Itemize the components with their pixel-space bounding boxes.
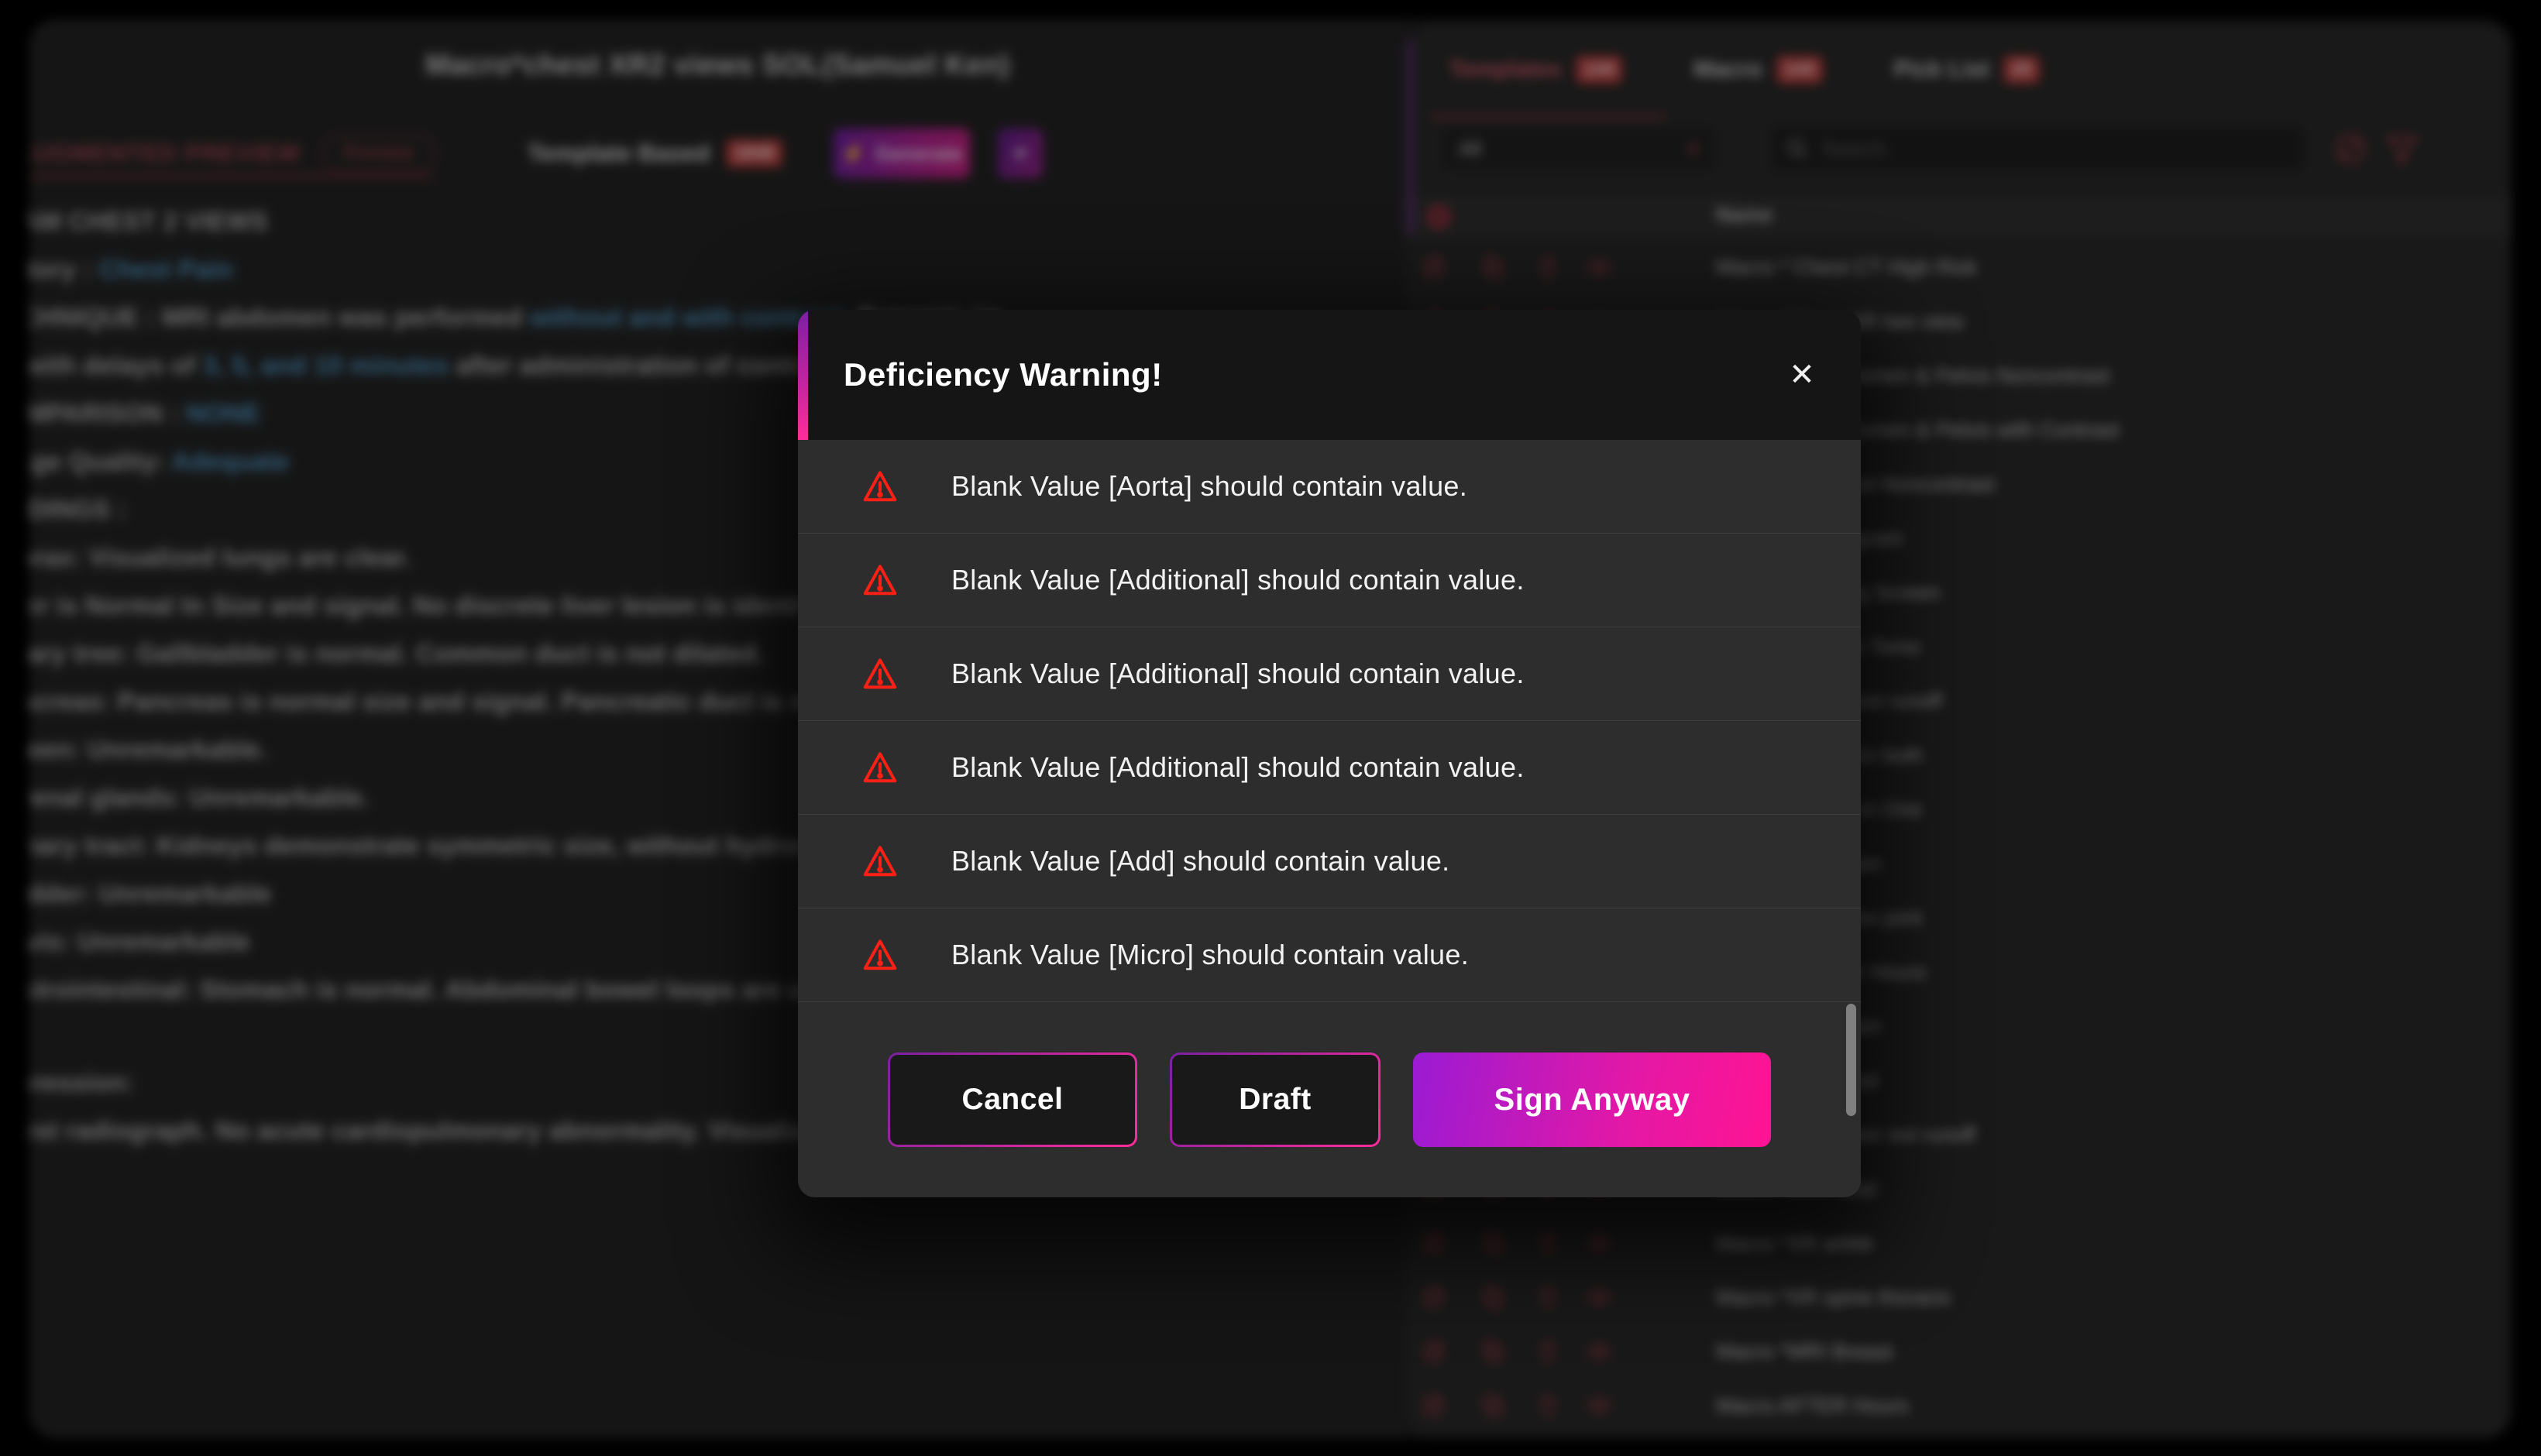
warning-text: Blank Value [Additional] should contain … [951, 564, 1525, 596]
warning-item: Blank Value [Additional] should contain … [798, 721, 1861, 815]
deficiency-warning-dialog: Deficiency Warning! ✕ Blank Value [Aorta… [798, 310, 1861, 1197]
warning-text: Blank Value [Additional] should contain … [951, 658, 1525, 690]
warning-list: Blank Value [Aorta] should contain value… [798, 440, 1861, 1002]
sign-anyway-button-label: Sign Anyway [1494, 1083, 1690, 1118]
warning-text: Blank Value [Aorta] should contain value… [951, 470, 1467, 503]
cancel-button[interactable]: Cancel [888, 1053, 1137, 1147]
warning-item: Blank Value [Aorta] should contain value… [798, 440, 1861, 534]
warning-icon [861, 843, 899, 880]
dialog-header: Deficiency Warning! ✕ [798, 310, 1861, 440]
dialog-footer: Cancel Draft Sign Anyway [798, 1002, 1861, 1197]
warning-item: Blank Value [Micro] should contain value… [798, 908, 1861, 1002]
warning-text: Blank Value [Add] should contain value. [951, 845, 1449, 877]
warning-item: Blank Value [Additional] should contain … [798, 627, 1861, 721]
draft-button[interactable]: Draft [1170, 1053, 1381, 1147]
screen: Macro*chest XR2 views SOL(Samuel Ken) AU… [0, 0, 2541, 1456]
close-icon[interactable]: ✕ [1783, 356, 1821, 393]
warning-text: Blank Value [Micro] should contain value… [951, 939, 1469, 971]
warning-icon [861, 468, 899, 505]
warning-item: Blank Value [Add] should contain value. [798, 815, 1861, 908]
cancel-button-label: Cancel [890, 1055, 1135, 1145]
draft-button-label: Draft [1172, 1055, 1378, 1145]
dialog-body: Blank Value [Aorta] should contain value… [798, 440, 1861, 1197]
warning-icon [861, 936, 899, 974]
warning-icon [861, 561, 899, 599]
warning-icon [861, 749, 899, 786]
dialog-accent-bar [798, 310, 808, 440]
warning-item: Blank Value [Additional] should contain … [798, 534, 1861, 627]
warning-icon [861, 655, 899, 692]
warning-text: Blank Value [Additional] should contain … [951, 751, 1525, 784]
dialog-title: Deficiency Warning! [844, 310, 1163, 440]
sign-anyway-button[interactable]: Sign Anyway [1413, 1053, 1771, 1147]
